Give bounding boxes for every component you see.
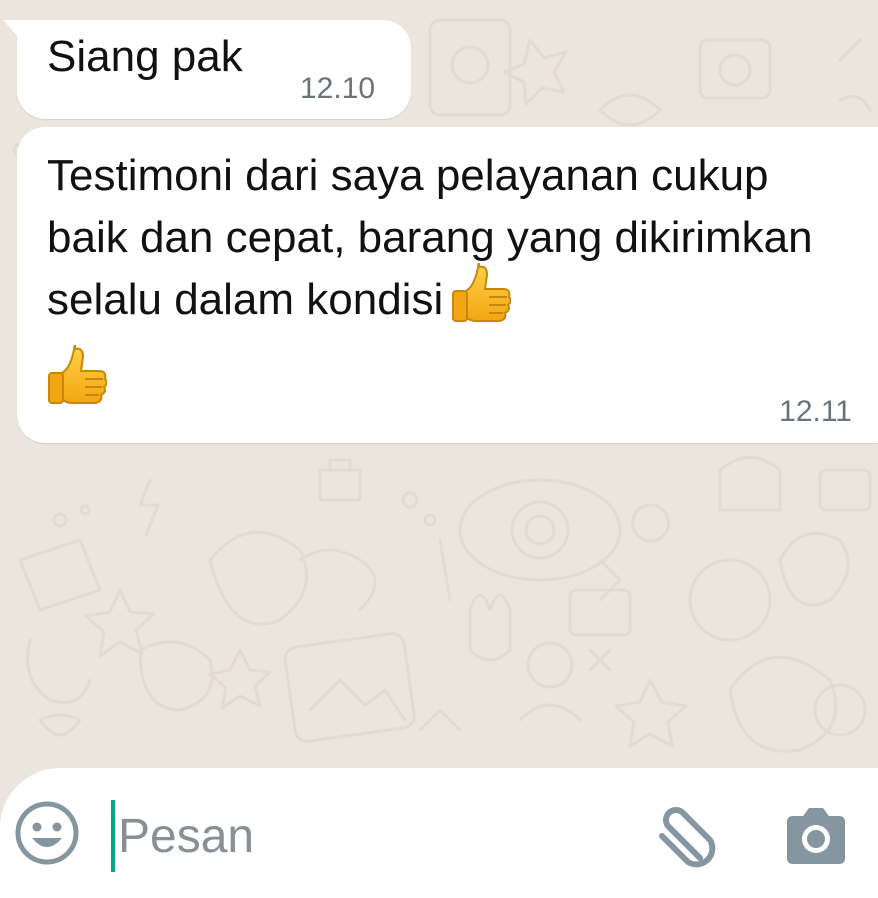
thumbs-up-icon bbox=[48, 345, 107, 404]
text-cursor bbox=[111, 800, 115, 872]
message-input[interactable]: Pesan bbox=[118, 805, 254, 869]
thumbs-up-icon bbox=[452, 263, 512, 323]
message-text-content: Testimoni dari saya pelayanan cukup baik… bbox=[47, 151, 813, 324]
paperclip-icon[interactable] bbox=[650, 803, 720, 873]
message-timestamp: 12.11 bbox=[779, 395, 852, 428]
message-timestamp: 12.10 bbox=[300, 72, 376, 105]
smiley-icon[interactable] bbox=[14, 800, 80, 866]
bubble-tail bbox=[3, 20, 19, 38]
message-bubble-incoming[interactable]: Testimoni dari saya pelayanan cukup baik… bbox=[17, 127, 878, 443]
message-bubble-incoming[interactable]: Siang pak 12.10 bbox=[3, 20, 411, 119]
camera-icon[interactable] bbox=[783, 806, 849, 866]
message-text: Siang pak bbox=[47, 32, 243, 81]
message-text: Testimoni dari saya pelayanan cukup baik… bbox=[47, 145, 827, 331]
